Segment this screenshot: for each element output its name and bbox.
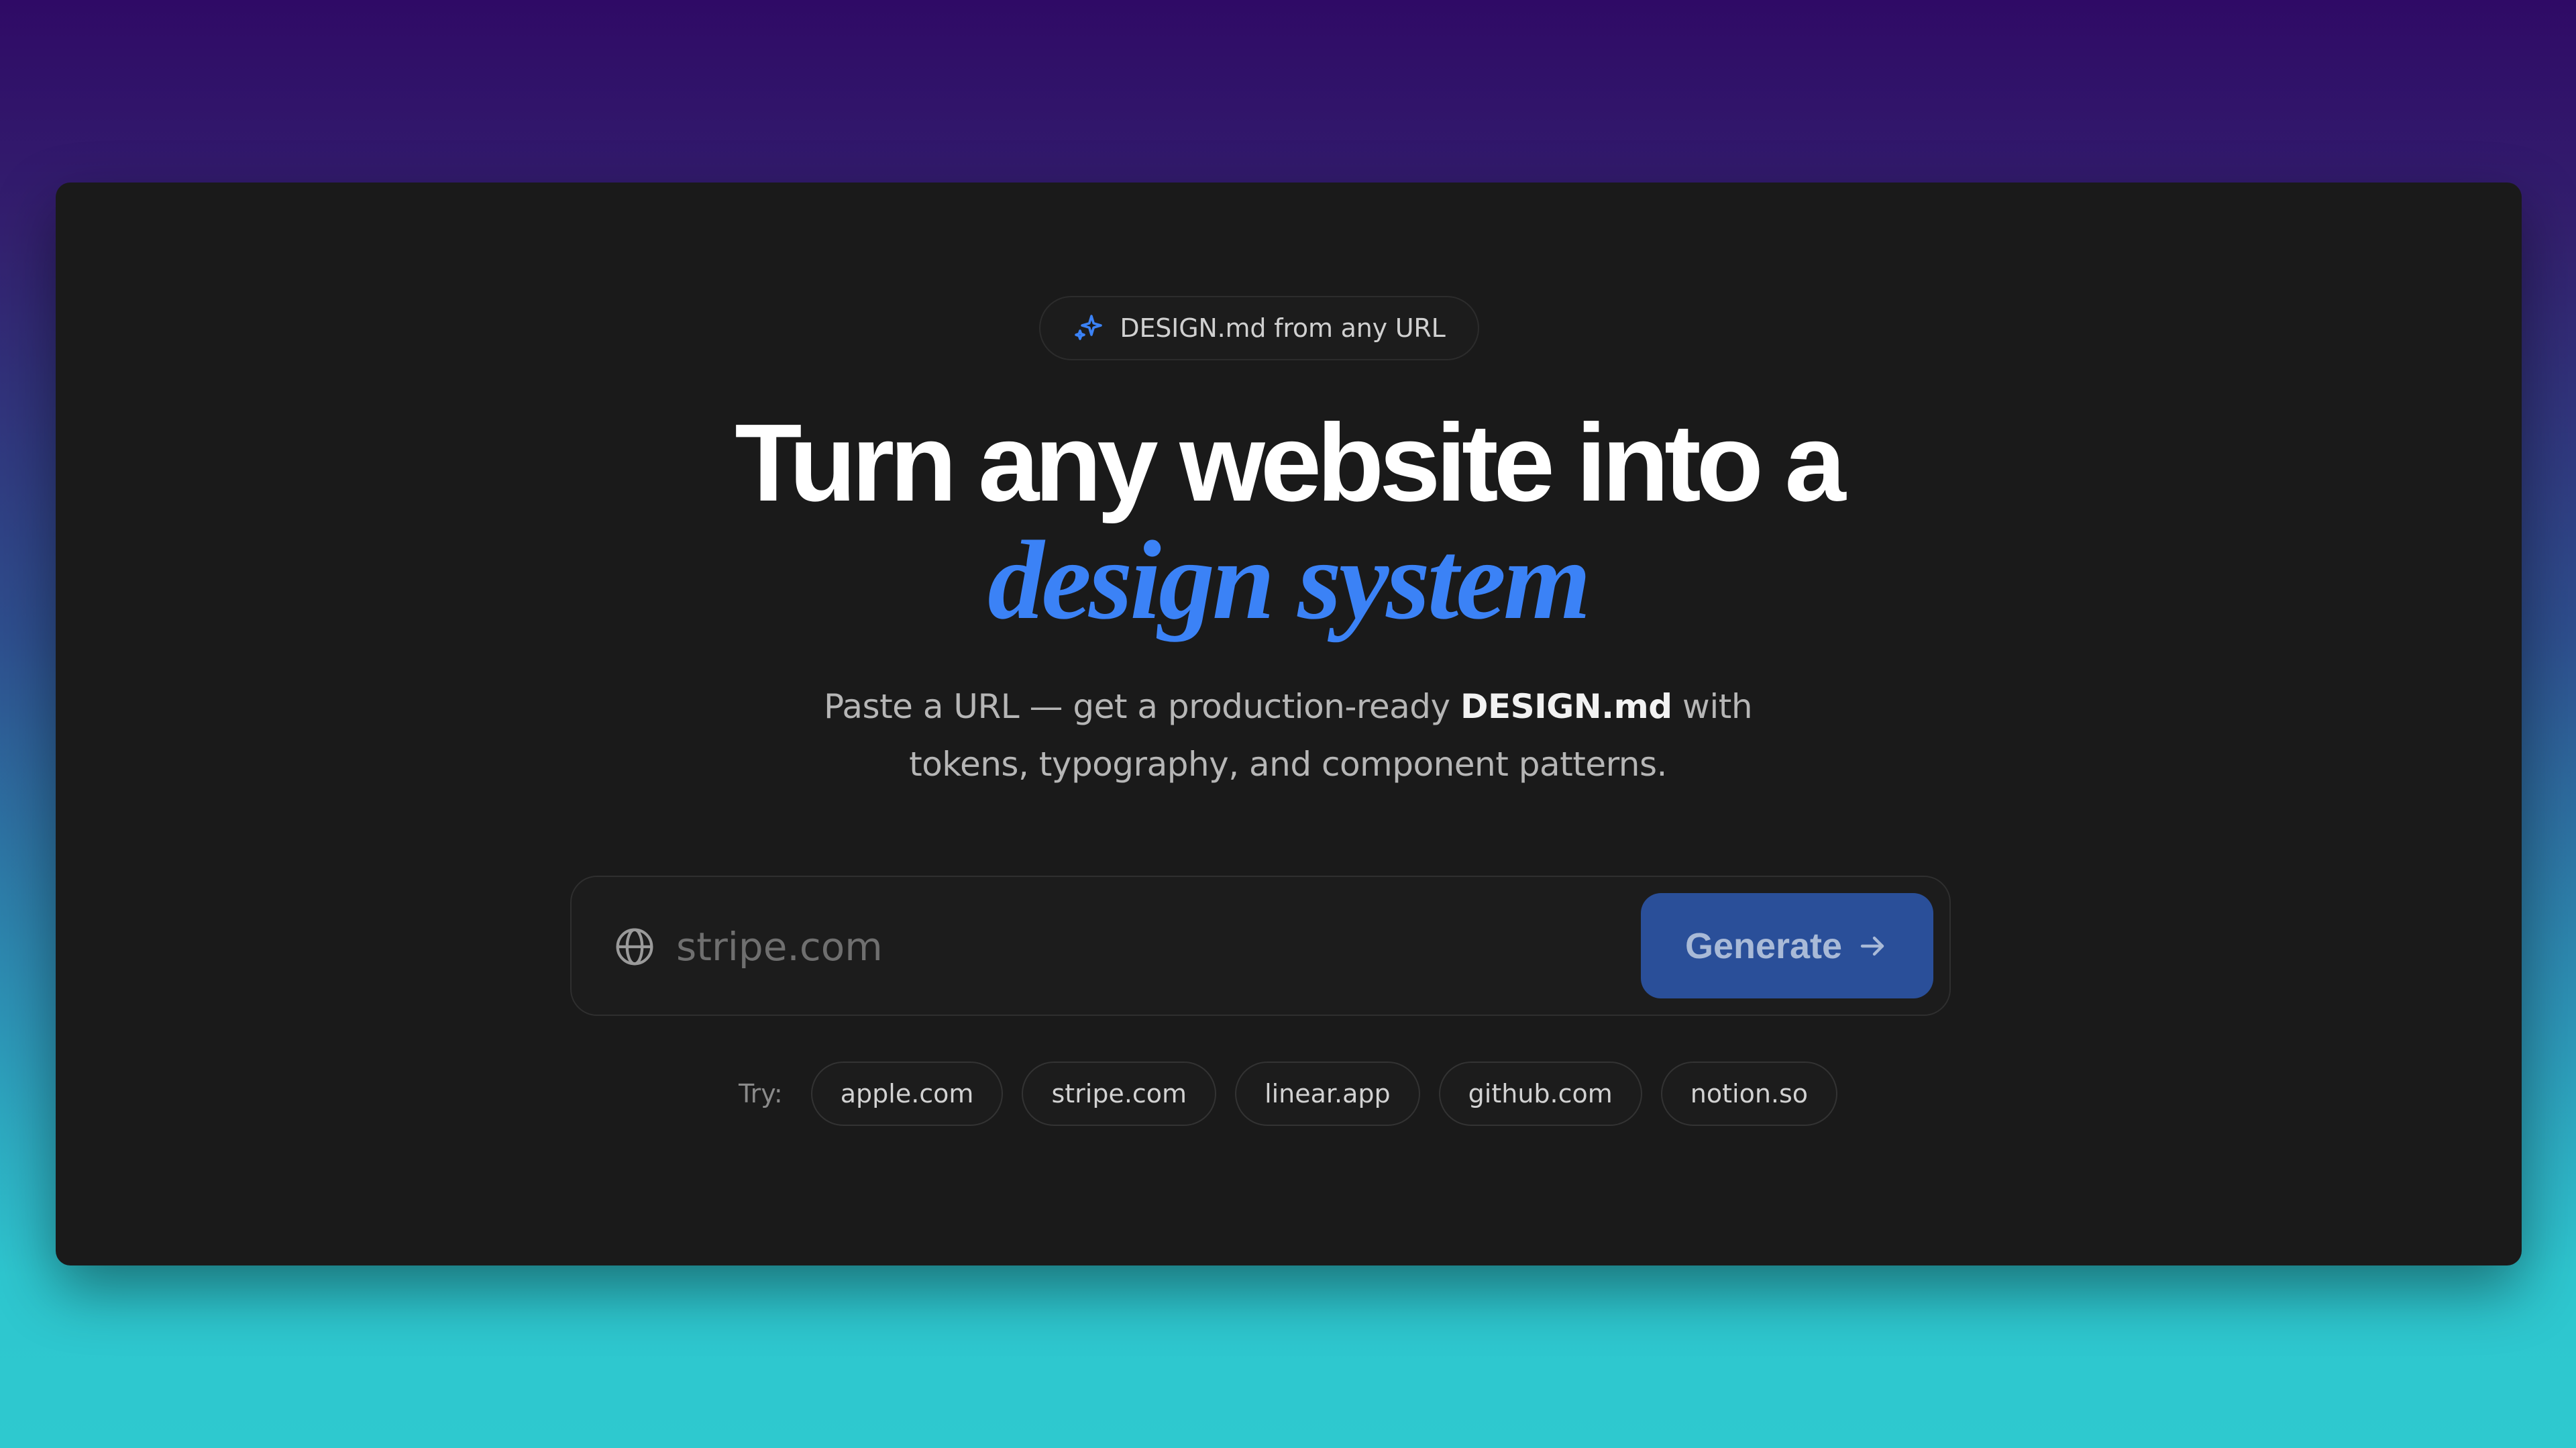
url-search-bar: Generate — [570, 876, 1951, 1016]
sparkles-icon — [1075, 315, 1103, 340]
generate-button-label: Generate — [1684, 925, 1843, 966]
hero-subtitle: Paste a URL — get a production-ready DES… — [0, 678, 2576, 793]
feature-badge: DESIGN.md from any URL — [1039, 296, 1479, 360]
arrow-right-icon — [1860, 936, 1884, 955]
subtitle-text-end: with — [1672, 687, 1753, 726]
suggestion-row: Try: apple.com stripe.com linear.app git… — [0, 1060, 2576, 1127]
badge-label: DESIGN.md from any URL — [1120, 313, 1446, 343]
globe-icon — [616, 928, 653, 966]
suggestion-chip-stripe[interactable]: stripe.com — [1022, 1062, 1217, 1126]
generate-button[interactable]: Generate — [1641, 893, 1933, 998]
try-label: Try: — [738, 1079, 783, 1108]
suggestion-chip-github[interactable]: github.com — [1438, 1062, 1642, 1126]
url-input[interactable] — [676, 907, 1515, 987]
hero-accent: design system — [987, 518, 1591, 643]
suggestion-chip-apple[interactable]: apple.com — [810, 1062, 1004, 1126]
subtitle-line-2: tokens, typography, and component patter… — [909, 745, 1667, 784]
subtitle-highlight: DESIGN.md — [1460, 687, 1672, 726]
suggestion-chip-notion[interactable]: notion.so — [1660, 1062, 1838, 1126]
suggestion-chip-linear[interactable]: linear.app — [1235, 1062, 1420, 1126]
subtitle-text: Paste a URL — get a production-ready — [823, 687, 1460, 726]
hero-headline: Turn any website into a — [735, 401, 1845, 524]
